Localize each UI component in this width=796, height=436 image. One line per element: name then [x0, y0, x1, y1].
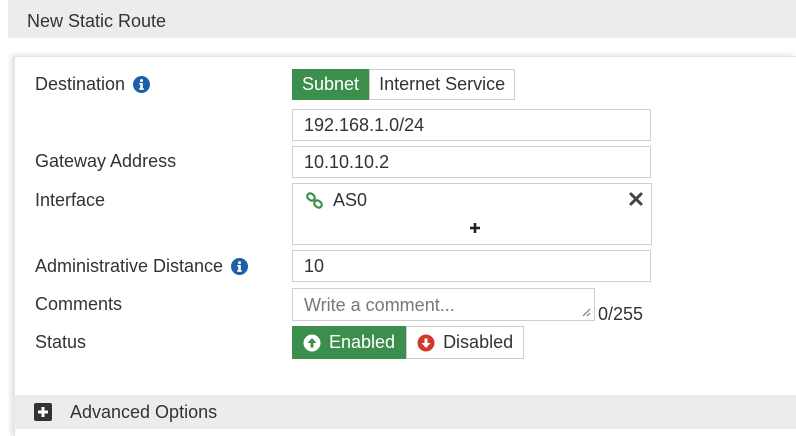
- comments-placeholder: Write a comment...: [304, 295, 455, 315]
- status-label: Status: [35, 332, 87, 352]
- link-icon: [306, 191, 323, 209]
- subnet-tab[interactable]: Subnet: [292, 69, 370, 100]
- admin-distance-label: Administrative Distance: [35, 256, 249, 277]
- comments-label: Comments: [35, 294, 123, 314]
- status-toggle: Enabled Disabled: [292, 326, 525, 359]
- expand-plus-icon[interactable]: [34, 403, 52, 421]
- add-icon[interactable]: [469, 222, 481, 234]
- dialog-header: New Static Route: [8, 0, 796, 38]
- info-icon[interactable]: [231, 258, 249, 275]
- arrow-up-circle-icon: [303, 334, 321, 351]
- advanced-options-label: Advanced Options: [70, 401, 218, 422]
- arrow-down-circle-icon: [417, 334, 435, 351]
- comments-textarea[interactable]: Write a comment...: [292, 288, 595, 321]
- comment-char-counter: 0/255: [598, 304, 644, 324]
- disabled-button[interactable]: Disabled: [406, 326, 525, 359]
- admin-distance-input[interactable]: 10: [292, 250, 651, 282]
- info-icon[interactable]: [133, 76, 151, 93]
- page-title: New Static Route: [27, 11, 167, 31]
- interface-name: AS0: [333, 190, 368, 210]
- gateway-label: Gateway Address: [35, 151, 177, 171]
- enabled-button[interactable]: Enabled: [292, 326, 407, 359]
- gateway-address-input[interactable]: 10.10.10.2: [292, 146, 651, 178]
- interface-selector[interactable]: AS0: [292, 183, 652, 245]
- internet-service-tab[interactable]: Internet Service: [369, 69, 516, 100]
- advanced-options-toggle[interactable]: Advanced Options: [14, 395, 796, 429]
- resize-handle-icon[interactable]: [581, 307, 591, 317]
- close-icon[interactable]: [629, 192, 643, 206]
- interface-entry[interactable]: AS0: [305, 190, 367, 211]
- destination-label: Destination: [35, 74, 151, 95]
- destination-subnet-input[interactable]: 192.168.1.0/24: [292, 109, 651, 141]
- interface-label: Interface: [35, 190, 106, 210]
- destination-type-toggle: Subnet Internet Service: [292, 69, 516, 100]
